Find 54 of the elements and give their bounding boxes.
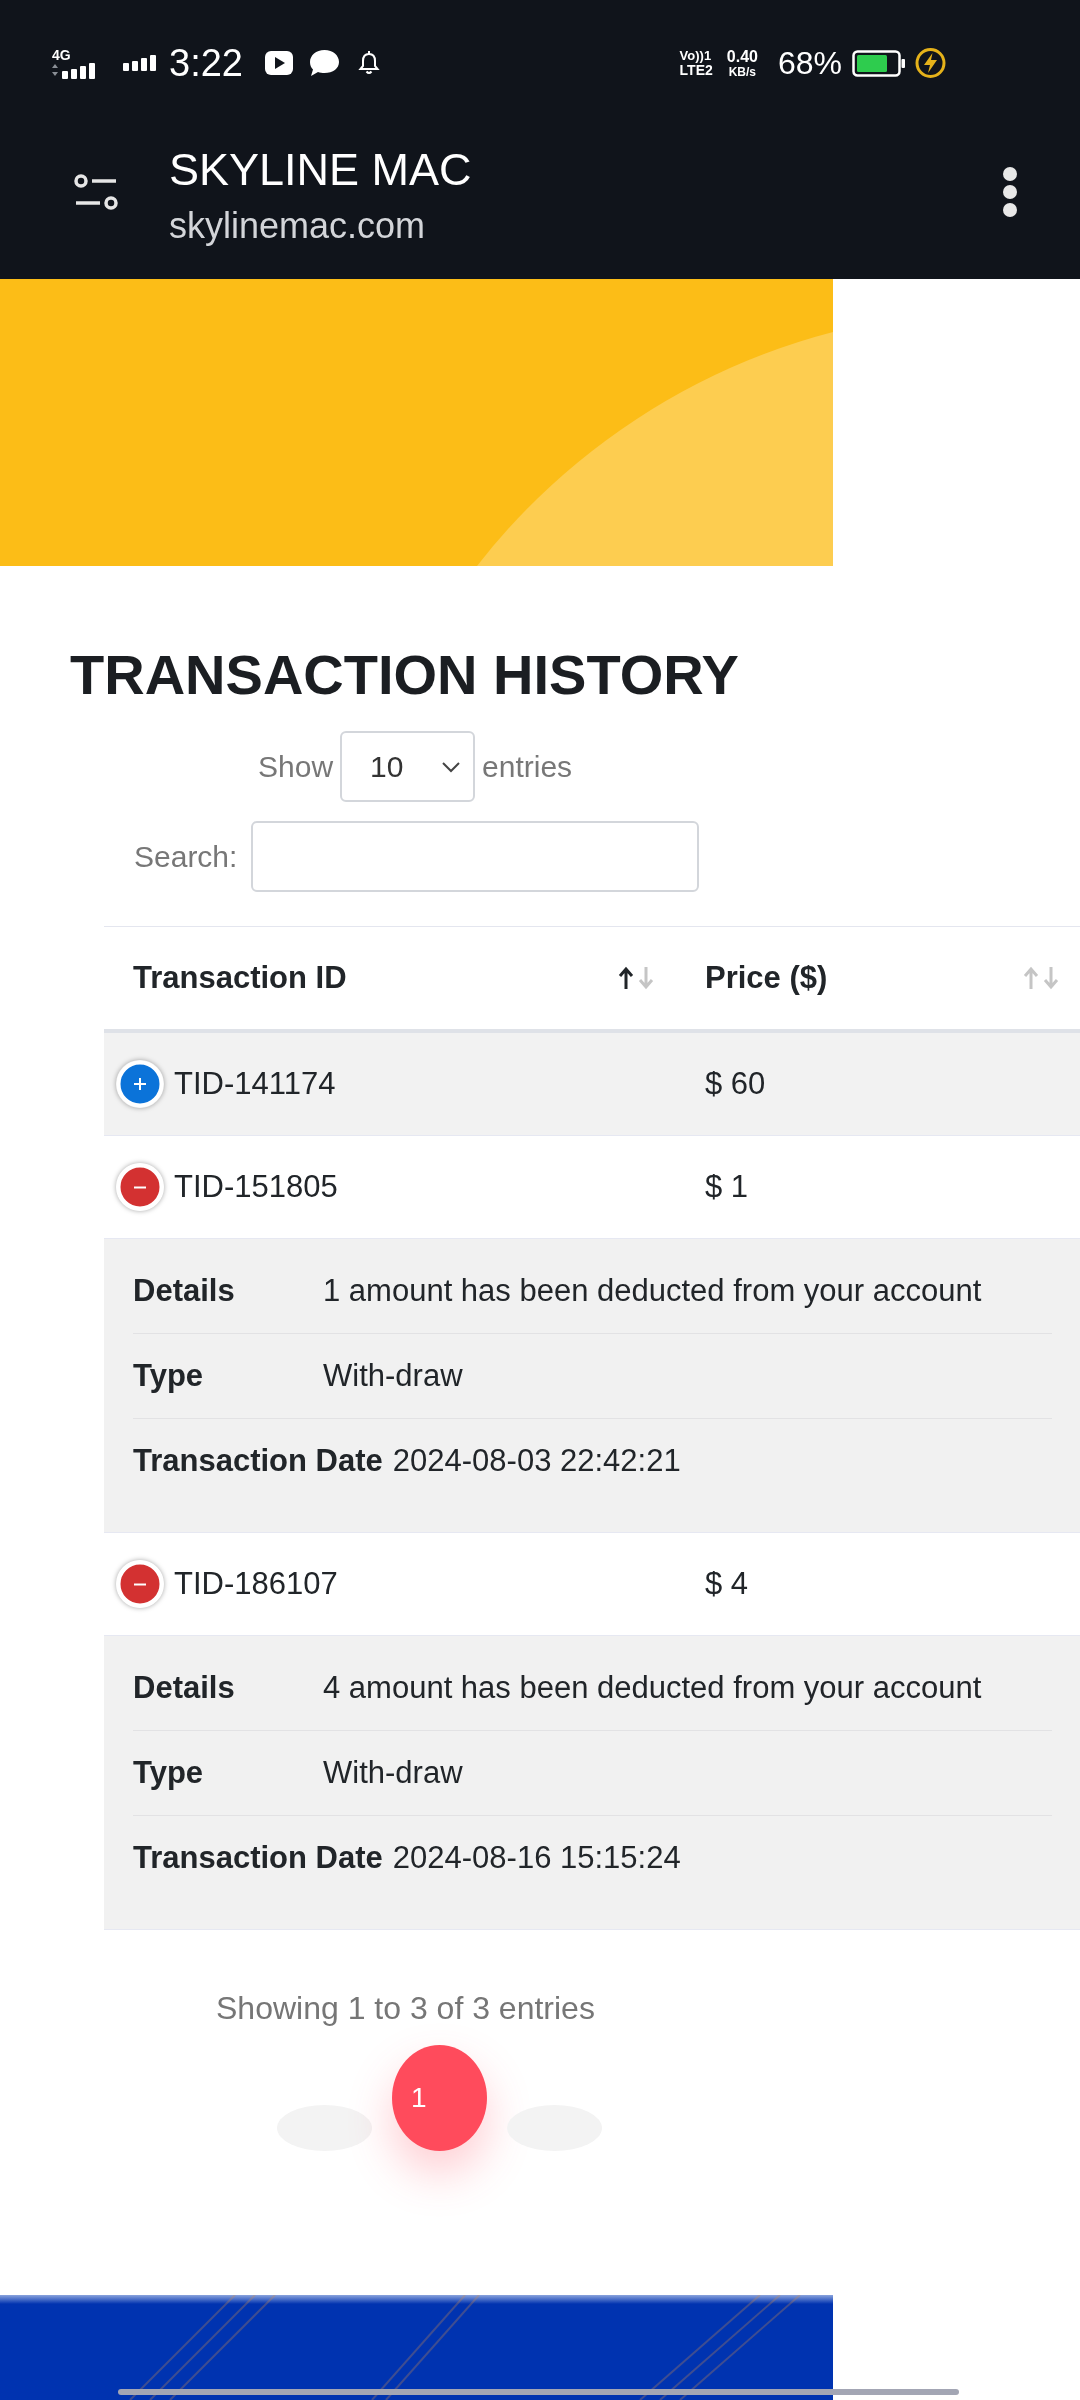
transaction-id: TID-186107	[174, 1564, 338, 1603]
site-title: SKYLINE MAC	[169, 144, 472, 196]
detail-value: 2024-08-03 22:42:21	[392, 1442, 681, 1481]
column-header[interactable]: Transaction ID	[104, 927, 680, 1029]
bell-icon	[357, 51, 380, 75]
transaction-id: TID-141174	[174, 1064, 336, 1103]
detail-label: Type	[133, 1356, 205, 1395]
chevron-down-icon	[441, 760, 462, 773]
detail-label: Transaction Date	[133, 1839, 383, 1878]
site-url: skylinemac.com	[169, 204, 426, 248]
detail-value: 1 amount has been deducted from your account	[323, 1271, 982, 1310]
collapse-button[interactable]	[116, 1560, 164, 1608]
detail-value: With-draw	[323, 1356, 463, 1395]
page-title: TRANSACTION HISTORY	[70, 647, 739, 703]
scrollbar[interactable]	[118, 2389, 959, 2395]
detail-label: Type	[133, 1753, 205, 1792]
transaction-id: TID-151805	[174, 1167, 338, 1206]
plus-icon	[116, 1060, 164, 1108]
price-value: $ 1	[705, 1167, 749, 1206]
lightning-icon	[915, 48, 946, 78]
detail-value: 4 amount has been deducted from your account	[323, 1668, 982, 1707]
kebab-menu-icon[interactable]	[1002, 167, 1018, 217]
entries-info: Showing 1 to 3 of 3 entries	[216, 1989, 595, 2028]
minus-icon	[116, 1560, 164, 1608]
chat-bubble-icon	[308, 49, 340, 77]
detail-label: Details	[133, 1271, 236, 1310]
collapse-button[interactable]	[116, 1163, 164, 1211]
search-label: Search:	[134, 839, 238, 875]
minus-icon	[116, 1163, 164, 1211]
signal-icon	[52, 61, 98, 79]
search-field[interactable]	[251, 821, 700, 892]
battery-icon	[852, 49, 906, 77]
detail-label: Details	[133, 1668, 236, 1707]
column-header[interactable]: Price ($)	[680, 927, 1080, 1029]
lte-label: LTE2	[679, 63, 713, 78]
clock-time: 3:22	[169, 44, 243, 82]
entries-label: entries	[482, 749, 573, 785]
network-type-label: 4G	[52, 47, 71, 62]
volte-label: Vo))1	[679, 48, 712, 63]
detail-value: 2024-08-16 15:15:24	[392, 1839, 681, 1878]
table-row[interactable]: TID-141174 $ 60	[104, 1033, 1080, 1136]
price-value: $ 60	[705, 1064, 766, 1103]
show-label: Show	[258, 749, 334, 785]
signal-icon	[123, 55, 158, 71]
battery-percent: 68%	[777, 47, 842, 79]
detail-label: Transaction Date	[133, 1442, 383, 1481]
price-value: $ 4	[705, 1564, 749, 1603]
sliders-icon[interactable]	[74, 174, 118, 210]
play-icon	[264, 51, 293, 75]
data-speed: 0.40	[726, 47, 758, 65]
detail-value: With-draw	[323, 1753, 463, 1792]
data-speed-unit: KB/s	[728, 64, 757, 79]
entries-select[interactable]: 10	[340, 731, 476, 802]
expand-button[interactable]	[116, 1060, 164, 1108]
